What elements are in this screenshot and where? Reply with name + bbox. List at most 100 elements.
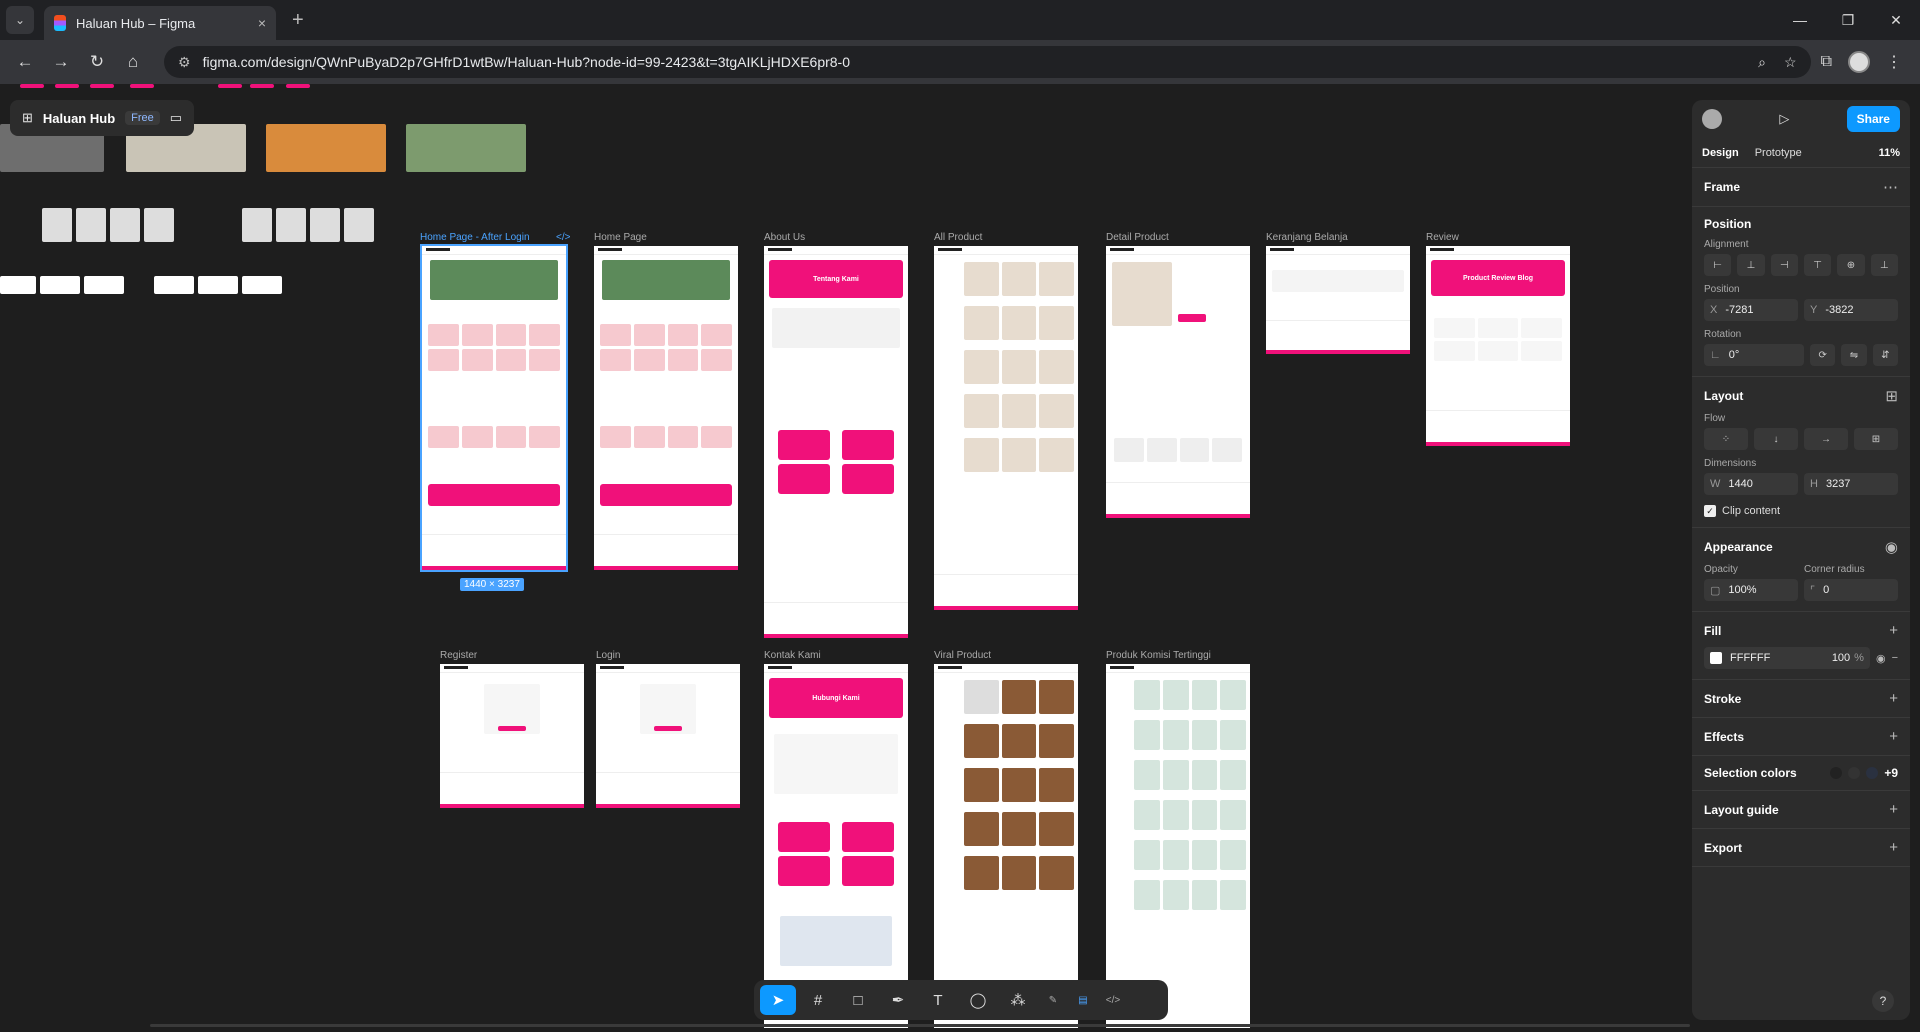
site-info-icon[interactable]: ⚙	[178, 54, 191, 71]
help-icon[interactable]: ?	[1872, 990, 1894, 1012]
opacity-field[interactable]: ▢ 100%	[1704, 579, 1798, 601]
align-top-icon[interactable]: ⊤	[1803, 254, 1832, 276]
home-icon[interactable]: ⌂	[118, 47, 148, 77]
frame-review[interactable]: Product Review Blog	[1426, 246, 1570, 446]
flow-freeform-icon[interactable]: ⁘	[1704, 428, 1748, 450]
selection-color-swatch[interactable]	[1866, 767, 1879, 779]
align-middle-icon[interactable]: ⊕	[1837, 254, 1865, 276]
more-colors-count[interactable]: +9	[1884, 766, 1898, 780]
review-card-thumbnail[interactable]	[198, 276, 238, 294]
flip-horizontal-icon[interactable]: ⇋	[1841, 344, 1867, 366]
align-right-icon[interactable]: ⊣	[1770, 254, 1798, 276]
extensions-icon[interactable]: ⧉	[1821, 53, 1832, 71]
frame-login[interactable]	[596, 664, 740, 808]
card-thumbnail[interactable]	[242, 208, 272, 242]
card-thumbnail[interactable]	[276, 208, 306, 242]
tab-search-icon[interactable]: ⌄	[6, 6, 34, 34]
selection-color-swatch[interactable]	[1830, 767, 1843, 779]
new-tab-icon[interactable]: +	[292, 9, 304, 32]
frame-label-home-after-login[interactable]: Home Page - After Login	[420, 232, 530, 243]
flip-vertical-icon[interactable]: ⇵	[1872, 344, 1898, 366]
review-card-thumbnail[interactable]	[154, 276, 194, 294]
close-window-icon[interactable]: ✕	[1872, 0, 1920, 40]
sidebar-toggle-icon[interactable]: ▭	[170, 110, 182, 126]
frame-label-register[interactable]: Register	[440, 650, 477, 661]
image-thumbnail[interactable]	[266, 124, 386, 172]
align-bottom-icon[interactable]: ⊥	[1870, 254, 1898, 276]
fill-swatch[interactable]	[1710, 652, 1722, 664]
clip-content-checkbox[interactable]: ✓ Clip content	[1704, 505, 1898, 517]
height-field[interactable]: H 3237	[1804, 473, 1898, 495]
main-menu-icon[interactable]: ⊞	[22, 110, 33, 126]
move-tool-icon[interactable]: ➤	[760, 985, 796, 1015]
card-thumbnail[interactable]	[344, 208, 374, 242]
card-thumbnail[interactable]	[76, 208, 106, 242]
minimize-icon[interactable]: —	[1776, 0, 1824, 40]
tab-prototype[interactable]: Prototype	[1755, 147, 1802, 159]
fill-visibility-icon[interactable]: ◉	[1876, 652, 1886, 665]
draw-mode-icon[interactable]: ✎	[1040, 985, 1066, 1015]
image-thumbnail[interactable]	[406, 124, 526, 172]
frame-label-viral[interactable]: Viral Product	[934, 650, 991, 661]
share-button[interactable]: Share	[1846, 106, 1900, 132]
menu-icon[interactable]: ⋮	[1886, 52, 1902, 72]
frame-label-review[interactable]: Review	[1426, 232, 1459, 243]
bookmark-star-icon[interactable]: ☆	[1784, 54, 1797, 71]
corner-radius-field[interactable]: ⌜ 0	[1804, 579, 1898, 601]
align-left-icon[interactable]: ⊢	[1704, 254, 1732, 276]
address-bar[interactable]: ⚙ figma.com/design/QWnPuByaD2p7GHfrD1wtB…	[164, 46, 1811, 78]
figma-canvas[interactable]: Home Page - After Login </> 1440 × 3237 …	[0, 84, 1692, 1032]
frame-viral[interactable]	[934, 664, 1078, 1028]
more-options-icon[interactable]: ⋯	[1883, 178, 1898, 196]
actions-tool-icon[interactable]: ⁂	[1000, 985, 1036, 1015]
frame-home-after-login[interactable]	[420, 244, 568, 572]
auto-layout-icon[interactable]: ⊞	[1885, 387, 1898, 405]
card-thumbnail[interactable]	[42, 208, 72, 242]
card-thumbnail[interactable]	[144, 208, 174, 242]
close-tab-icon[interactable]: ×	[258, 15, 266, 31]
pen-tool-icon[interactable]: ✒	[880, 985, 916, 1015]
frame-label-login[interactable]: Login	[596, 650, 620, 661]
add-fill-icon[interactable]: +	[1889, 622, 1898, 639]
flow-grid-icon[interactable]: ⊞	[1854, 428, 1898, 450]
file-name[interactable]: Haluan Hub	[43, 111, 115, 126]
frame-register[interactable]	[440, 664, 584, 808]
present-play-icon[interactable]: ▷	[1779, 111, 1789, 127]
align-center-icon[interactable]: ⊥	[1737, 254, 1765, 276]
browser-tab[interactable]: Haluan Hub – Figma ×	[44, 6, 276, 40]
user-avatar[interactable]	[1702, 109, 1722, 129]
add-export-icon[interactable]: +	[1889, 839, 1898, 856]
frame-label-detail-product[interactable]: Detail Product	[1106, 232, 1169, 243]
visibility-eye-icon[interactable]: ◉	[1885, 538, 1898, 556]
frame-label-keranjang[interactable]: Keranjang Belanja	[1266, 232, 1348, 243]
rotation-field[interactable]: ∟ 0°	[1704, 344, 1804, 366]
plan-badge[interactable]: Free	[125, 111, 160, 125]
frame-about[interactable]: Tentang Kami	[764, 246, 908, 638]
restore-icon[interactable]: ❐	[1824, 0, 1872, 40]
dev-mode-icon[interactable]: </>	[1100, 985, 1126, 1015]
profile-avatar[interactable]	[1848, 51, 1870, 73]
width-field[interactable]: W 1440	[1704, 473, 1798, 495]
flow-horizontal-icon[interactable]: →	[1804, 428, 1848, 450]
fill-color-field[interactable]: FFFFFF 100%	[1704, 647, 1870, 669]
reload-icon[interactable]: ↻	[82, 47, 112, 77]
frame-home[interactable]	[594, 246, 738, 570]
frame-label-home[interactable]: Home Page	[594, 232, 647, 243]
frame-tool-icon[interactable]: #	[800, 985, 836, 1015]
add-layout-guide-icon[interactable]: +	[1889, 801, 1898, 818]
text-tool-icon[interactable]: T	[920, 985, 956, 1015]
comment-tool-icon[interactable]: ◯	[960, 985, 996, 1015]
design-mode-icon[interactable]: ▤	[1070, 985, 1096, 1015]
code-icon[interactable]: </>	[556, 232, 570, 243]
y-position-field[interactable]: Y -3822	[1804, 299, 1898, 321]
tab-design[interactable]: Design	[1702, 147, 1739, 159]
zoom-level[interactable]: 11%	[1879, 147, 1900, 159]
zoom-icon[interactable]: ⌕	[1758, 54, 1766, 71]
review-card-thumbnail[interactable]	[242, 276, 282, 294]
selection-color-swatch[interactable]	[1848, 767, 1861, 779]
rotate-icon[interactable]: ⟳	[1810, 344, 1836, 366]
remove-fill-icon[interactable]: −	[1892, 652, 1898, 664]
frame-label-komisi[interactable]: Produk Komisi Tertinggi	[1106, 650, 1211, 661]
horizontal-scrollbar[interactable]	[150, 1024, 1690, 1027]
forward-icon[interactable]: →	[46, 47, 76, 77]
